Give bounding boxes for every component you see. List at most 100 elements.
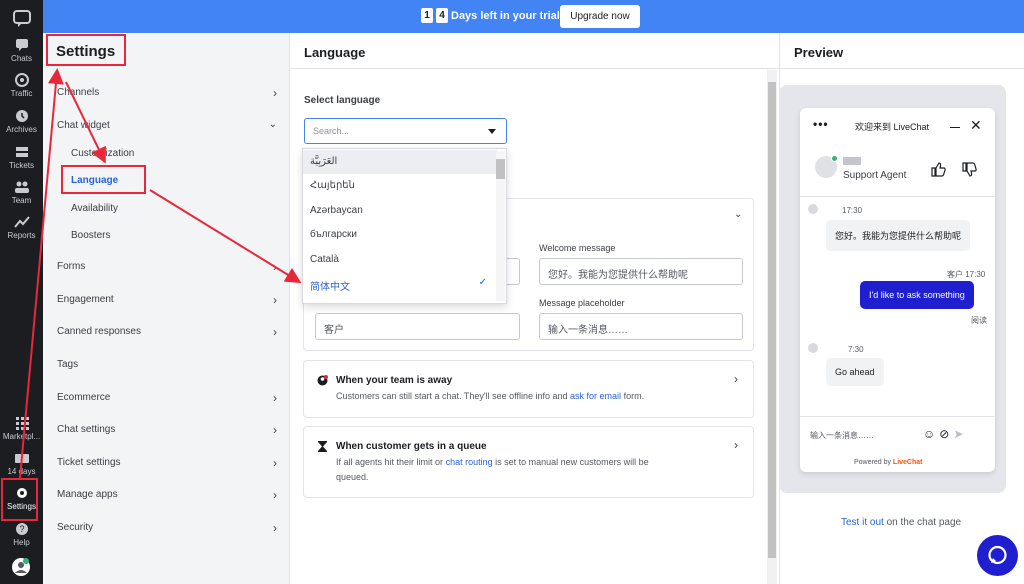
queue-description: If all agents hit their limit or chat ro… <box>336 457 649 482</box>
avatar[interactable] <box>11 557 31 577</box>
help-icon: ? <box>15 523 28 535</box>
sidebar-item-label: Canned responses <box>57 326 141 337</box>
divider <box>290 68 780 69</box>
chevron-down-icon: ⌄ <box>268 119 277 130</box>
language-option[interactable]: български <box>303 223 497 247</box>
customer-label-field[interactable]: 客户 <box>315 313 520 340</box>
rail-item-archives[interactable]: Archives <box>0 109 43 134</box>
language-panel: Language Select language Search... ⌄ Wel… <box>289 33 780 584</box>
rail-item-trial[interactable]: 14 days <box>0 451 43 476</box>
message-meta: 客户 17:30 <box>947 270 986 279</box>
sidebar-item-ticket-settings[interactable]: Ticket settings › <box>57 456 277 470</box>
team-away-card[interactable]: When your team is away Customers can sti… <box>303 360 754 418</box>
sidebar-item-forms[interactable]: Forms › <box>57 260 277 274</box>
divider <box>800 196 995 197</box>
message-time: 7:30 <box>848 345 864 354</box>
rail-item-team[interactable]: Team <box>0 180 43 205</box>
chevron-right-icon: › <box>273 325 277 339</box>
agent-mini-avatar <box>808 343 818 353</box>
chevron-right-icon: › <box>734 372 738 386</box>
sidebar-item-chat-widget[interactable]: Chat widget ⌄ <box>57 119 277 131</box>
test-it-out-link[interactable]: Test it out <box>841 517 884 528</box>
trial-message: Days left in your trial. <box>451 9 563 22</box>
customer-message: I'd like to ask something <box>860 281 974 309</box>
chevron-right-icon: › <box>734 438 738 452</box>
ticket-icon <box>15 147 28 157</box>
message-placeholder-field[interactable]: 输入一条消息…… <box>539 313 743 340</box>
test-it-out: Test it out on the chat page <box>841 517 962 528</box>
sidebar-item-tags[interactable]: Tags <box>57 359 277 370</box>
language-option[interactable]: Català <box>303 248 497 272</box>
sidebar-item-engagement[interactable]: Engagement › <box>57 293 277 307</box>
trial-digit: 1 <box>421 8 433 23</box>
sidebar-item-ecommerce[interactable]: Ecommerce › <box>57 391 277 405</box>
send-icon[interactable]: ➤ <box>953 427 967 441</box>
hourglass-icon <box>318 441 327 452</box>
message-time: 17:30 <box>842 206 863 215</box>
chat-launcher-button[interactable] <box>977 535 1018 576</box>
rail-item-help[interactable]: ? Help <box>0 522 43 547</box>
rail-item-traffic[interactable]: Traffic <box>0 73 43 98</box>
dropdown-scroll-thumb[interactable] <box>496 159 505 179</box>
svg-text:?: ? <box>19 524 24 534</box>
sidebar-item-chat-settings[interactable]: Chat settings › <box>57 423 277 437</box>
thumbs-down-icon[interactable] <box>962 162 977 177</box>
language-search-input[interactable]: Search... <box>304 118 507 144</box>
check-icon: ✓ <box>478 277 487 288</box>
language-option-label: 简体中文 <box>310 282 350 293</box>
trial-text: 1 4 Days left in your trial. <box>421 8 563 23</box>
language-option[interactable]: العَرَبِيَّة <box>303 150 497 174</box>
attachment-icon[interactable]: ⊘ <box>939 427 953 441</box>
sidebar-item-security[interactable]: Security › <box>57 521 277 535</box>
welcome-message-field[interactable]: 您好。我能为您提供什么帮助呢 <box>539 258 743 285</box>
chat-input[interactable]: 输入一条消息…… <box>810 430 874 441</box>
sidebar-item-label: Engagement <box>57 294 114 305</box>
language-dropdown: العَرَبِيَّة Հայերեն Azərbaycan българск… <box>302 148 507 304</box>
trial-banner: 1 4 Days left in your trial. Upgrade now <box>43 0 1024 33</box>
rail-item-reports[interactable]: Reports <box>0 215 43 240</box>
rail-item-marketplace[interactable]: Marketpl... <box>0 416 43 441</box>
sidebar-item-label: Ticket settings <box>57 457 121 468</box>
sidebar-item-canned-responses[interactable]: Canned responses › <box>57 325 277 339</box>
sidebar-item-label: Ecommerce <box>57 392 111 403</box>
chat-icon <box>15 39 28 51</box>
language-option-selected[interactable]: 简体中文 ✓ <box>303 272 497 296</box>
sidebar-item-manage-apps[interactable]: Manage apps › <box>57 488 277 502</box>
chat-widget-preview: ••• 欢迎来到 LiveChat ✕ Support Agent 17:30 … <box>800 108 995 472</box>
sidebar-item-label: Chat settings <box>57 424 116 435</box>
chevron-right-icon: › <box>273 488 277 502</box>
ask-for-email-link[interactable]: ask for email <box>570 391 621 401</box>
sidebar-subitem-customization[interactable]: Customization <box>71 148 134 159</box>
minimize-icon[interactable] <box>950 127 960 128</box>
chevron-right-icon: › <box>273 423 277 437</box>
chat-routing-link[interactable]: chat routing <box>446 457 493 467</box>
panel-scroll-thumb[interactable] <box>768 82 776 558</box>
emoji-icon[interactable]: ☺ <box>923 427 939 441</box>
divider <box>780 68 1024 69</box>
archive-icon <box>15 110 28 122</box>
language-option[interactable]: Հայերեն <box>303 174 497 198</box>
rail-label: Reports <box>7 231 36 240</box>
queue-title: When customer gets in a queue <box>336 441 487 452</box>
more-options-icon[interactable]: ••• <box>813 117 829 131</box>
language-option[interactable]: Azərbaycan <box>303 199 497 223</box>
sidebar-subitem-boosters[interactable]: Boosters <box>71 230 110 241</box>
agent-message: 您好。我能为您提供什么帮助呢 <box>826 220 971 251</box>
rail-item-chats[interactable]: Chats <box>0 38 43 63</box>
sidebar-item-label: Tags <box>57 359 79 370</box>
chevron-up-icon[interactable]: ⌄ <box>734 209 742 220</box>
sidebar-item-channels[interactable]: Channels › <box>57 86 277 100</box>
sidebar-subitem-availability[interactable]: Availability <box>71 203 118 214</box>
upgrade-now-button[interactable]: Upgrade now <box>560 5 640 28</box>
preview-title: Preview <box>794 45 844 60</box>
thumbs-up-icon[interactable] <box>931 162 946 177</box>
close-icon[interactable]: ✕ <box>970 117 982 134</box>
search-placeholder: Search... <box>313 126 350 136</box>
queue-card[interactable]: When customer gets in a queue If all age… <box>303 426 754 498</box>
away-title: When your team is away <box>336 375 453 386</box>
chevron-right-icon: › <box>273 293 277 307</box>
rail-item-tickets[interactable]: Tickets <box>0 145 43 170</box>
rail-label: Tickets <box>8 161 35 170</box>
chevron-right-icon: › <box>273 521 277 535</box>
trial-card-icon <box>14 454 29 463</box>
